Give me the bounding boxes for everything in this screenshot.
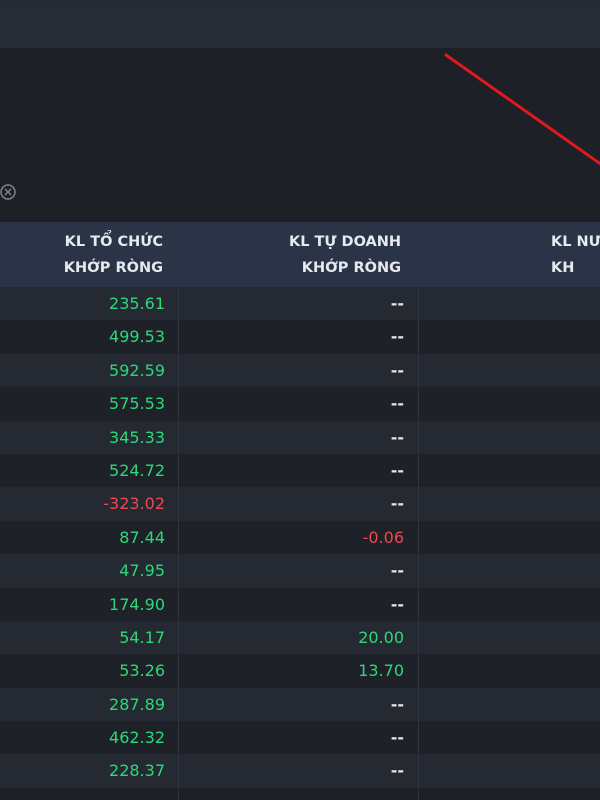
cell-org-net: 592.59 [109, 360, 165, 380]
table-body: 235.61 -- 499.53 -- 592.59 -- 575.53 -- 345.33 --… [0, 287, 600, 788]
table-row[interactable]: 228.37 -- [0, 754, 600, 788]
cell-prop-net: -- [390, 294, 404, 313]
table-row[interactable]: 575.53 -- [0, 387, 600, 421]
cell-org-net: 524.72 [109, 460, 165, 480]
table-row[interactable]: 287.89 -- [0, 687, 600, 722]
cell-org-net: -323.02 [103, 494, 165, 514]
cell-prop-net: -- [390, 761, 404, 781]
table-row[interactable]: 462.32 -- [0, 721, 600, 755]
table-row[interactable]: 345.33 -- [0, 420, 600, 454]
column-divider [178, 287, 179, 800]
cell-prop-net: -- [390, 327, 404, 347]
column-header-foreign-net[interactable]: KL NƯỚ KH [551, 222, 600, 287]
cell-prop-net: 13.70 [358, 661, 404, 681]
table-row[interactable]: 592.59 -- [0, 353, 600, 388]
cell-org-net: 235.61 [109, 294, 165, 313]
cell-prop-net: -- [390, 694, 404, 714]
close-icon[interactable] [0, 183, 18, 201]
column-divider [418, 287, 419, 800]
column-header-line1: KL TỰ DOANH [288, 233, 401, 250]
cell-org-net: 287.89 [109, 694, 165, 714]
cell-prop-net: -- [390, 494, 404, 514]
table-row[interactable]: 174.90 -- [0, 587, 600, 621]
cell-org-net: 499.53 [109, 327, 165, 347]
column-header-line2: KHỚP RÒNG [301, 259, 401, 276]
column-header-prop-net[interactable]: KL TỰ DOANH KHỚP RÒNG [289, 222, 401, 287]
cell-prop-net: -- [390, 728, 404, 748]
column-header-line2: KH [551, 259, 575, 276]
table-row[interactable]: -323.02 -- [0, 487, 600, 521]
table-row[interactable]: 47.95 -- [0, 554, 600, 588]
annotation-arrow-line [444, 53, 600, 166]
cell-prop-net: -- [390, 394, 404, 414]
cell-prop-net: -- [390, 460, 404, 480]
cell-prop-net: -0.06 [362, 527, 404, 547]
cell-org-net: 47.95 [119, 561, 165, 581]
cell-org-net: 345.33 [109, 427, 165, 447]
cell-org-net: 575.53 [109, 394, 165, 414]
cell-prop-net: -- [390, 360, 404, 380]
cell-prop-net: -- [390, 561, 404, 581]
cell-org-net: 174.90 [109, 594, 165, 614]
table-row[interactable]: 53.26 13.70 [0, 654, 600, 688]
cell-prop-net: 20.00 [358, 627, 404, 647]
table-header: KL TỔ CHỨC KHỚP RÒNG KL TỰ DOANH KHỚP RÒ… [0, 222, 600, 287]
column-header-line2: KHỚP RÒNG [63, 259, 163, 276]
cell-prop-net: -- [390, 594, 404, 614]
table-row[interactable]: 524.72 -- [0, 453, 600, 488]
cell-org-net: 228.37 [109, 761, 165, 781]
cell-org-net: 54.17 [119, 627, 165, 647]
table-row[interactable]: 87.44 -0.06 [0, 520, 600, 555]
cell-prop-net: -- [390, 427, 404, 447]
table-row[interactable]: 54.17 20.00 [0, 620, 600, 655]
table-row[interactable]: 235.61 -- [0, 287, 600, 321]
cell-org-net: 53.26 [119, 661, 165, 681]
column-header-line1: KL NƯỚ [551, 233, 600, 250]
column-header-org-net[interactable]: KL TỔ CHỨC KHỚP RÒNG [64, 222, 163, 287]
cell-org-net: 462.32 [109, 728, 165, 748]
table-row[interactable]: 499.53 -- [0, 320, 600, 354]
cell-org-net: 87.44 [119, 527, 165, 547]
column-header-line1: KL TỔ CHỨC [64, 233, 163, 250]
